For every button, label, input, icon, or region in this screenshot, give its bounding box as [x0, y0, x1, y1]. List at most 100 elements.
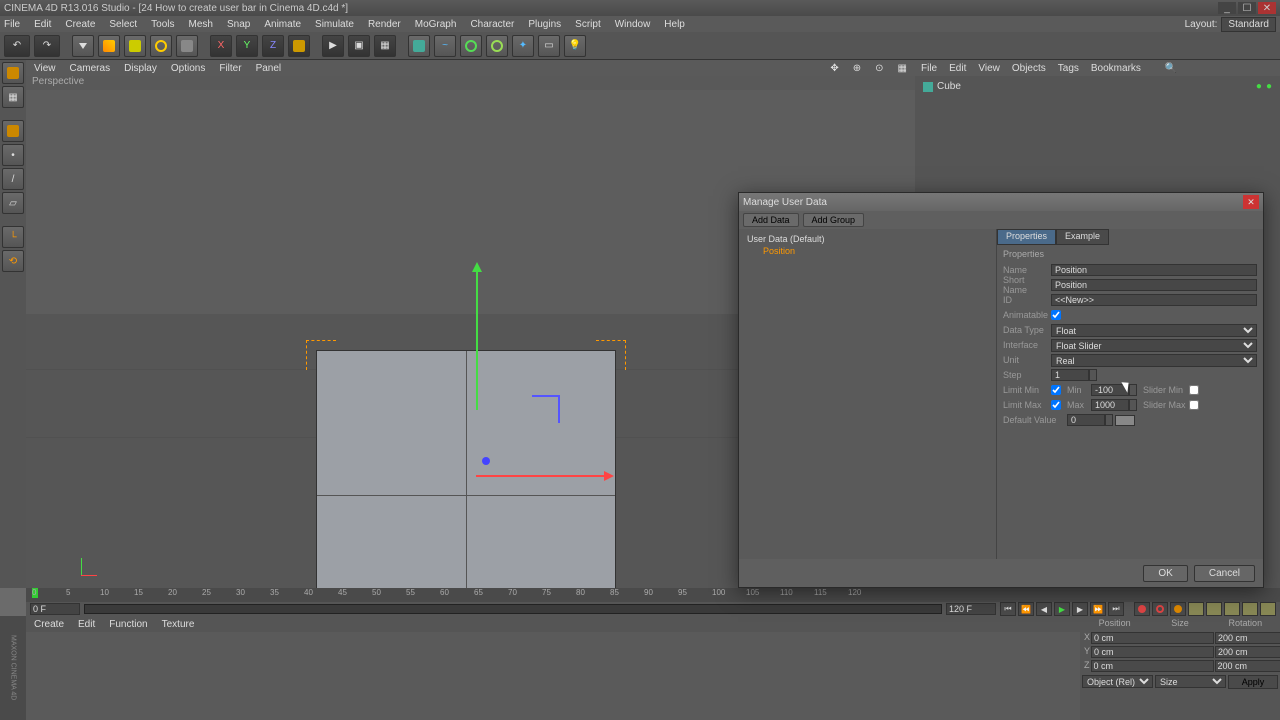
- om-menu-view[interactable]: View: [978, 63, 1000, 74]
- menu-select[interactable]: Select: [109, 19, 137, 30]
- spline-icon[interactable]: ~: [434, 35, 456, 57]
- goto-start-icon[interactable]: ⏮: [1000, 602, 1016, 616]
- interface-dropdown[interactable]: Float Slider: [1051, 339, 1257, 352]
- xy-plane-gizmo[interactable]: [532, 395, 560, 423]
- generator-icon[interactable]: [460, 35, 482, 57]
- prev-key-icon[interactable]: ⏪: [1018, 602, 1034, 616]
- slidermax-checkbox[interactable]: [1189, 400, 1199, 410]
- vp-menu-panel[interactable]: Panel: [256, 63, 282, 74]
- dialog-titlebar[interactable]: Manage User Data ✕: [739, 193, 1263, 211]
- pos-y-field[interactable]: [1091, 646, 1214, 658]
- max-field[interactable]: [1091, 399, 1129, 411]
- play-icon[interactable]: ▶: [1054, 602, 1070, 616]
- visibility-dot-icon[interactable]: ●: [1256, 81, 1262, 92]
- om-menu-file[interactable]: File: [921, 63, 937, 74]
- key-param-icon[interactable]: [1242, 602, 1258, 616]
- vp-menu-filter[interactable]: Filter: [219, 63, 241, 74]
- keyframe-sel-icon[interactable]: [1170, 602, 1186, 616]
- polygon-mode-icon[interactable]: ▱: [2, 192, 24, 214]
- id-field[interactable]: [1051, 294, 1257, 306]
- rotate-tool-icon[interactable]: [150, 35, 172, 57]
- menu-simulate[interactable]: Simulate: [315, 19, 354, 30]
- vp-menu-options[interactable]: Options: [171, 63, 205, 74]
- move-tool-icon[interactable]: [98, 35, 120, 57]
- datatype-dropdown[interactable]: Float: [1051, 324, 1257, 337]
- tab-texture[interactable]: Texture: [162, 619, 195, 630]
- apply-button[interactable]: Apply: [1228, 675, 1278, 689]
- unit-dropdown[interactable]: Real: [1051, 354, 1257, 367]
- key-scale-icon[interactable]: [1206, 602, 1222, 616]
- deformer-icon[interactable]: [486, 35, 508, 57]
- cancel-button[interactable]: Cancel: [1194, 565, 1255, 582]
- ok-button[interactable]: OK: [1143, 565, 1187, 582]
- edge-mode-icon[interactable]: /: [2, 168, 24, 190]
- menu-mograph[interactable]: MoGraph: [415, 19, 457, 30]
- name-field[interactable]: [1051, 264, 1257, 276]
- tab-create[interactable]: Create: [34, 619, 64, 630]
- menu-create[interactable]: Create: [65, 19, 95, 30]
- z-axis-gizmo[interactable]: [482, 457, 490, 465]
- texture-mode-icon[interactable]: ▦: [2, 86, 24, 108]
- render-view-icon[interactable]: ▶: [322, 35, 344, 57]
- spinner-icon[interactable]: [1129, 399, 1137, 411]
- x-lock-icon[interactable]: X: [210, 35, 232, 57]
- snap-mode-icon[interactable]: ⟲: [2, 250, 24, 272]
- tab-edit[interactable]: Edit: [78, 619, 95, 630]
- menu-window[interactable]: Window: [615, 19, 651, 30]
- vp-nav-icon[interactable]: ⊙: [875, 63, 883, 74]
- light-icon[interactable]: 💡: [564, 35, 586, 57]
- tab-function[interactable]: Function: [109, 619, 147, 630]
- primitive-cube-icon[interactable]: [408, 35, 430, 57]
- slidermin-checkbox[interactable]: [1189, 385, 1199, 395]
- vp-menu-view[interactable]: View: [34, 63, 56, 74]
- vp-nav-icon[interactable]: ✥: [830, 63, 838, 74]
- default-slider[interactable]: [1115, 415, 1135, 426]
- dialog-close-icon[interactable]: ✕: [1243, 195, 1259, 209]
- om-menu-edit[interactable]: Edit: [949, 63, 966, 74]
- tree-root[interactable]: User Data (Default): [747, 233, 988, 245]
- tree-item-cube[interactable]: Cube ● ●: [923, 80, 1272, 93]
- layout-dropdown[interactable]: Standard: [1221, 17, 1276, 32]
- userdata-tree[interactable]: User Data (Default) Position: [739, 229, 997, 559]
- tab-properties[interactable]: Properties: [997, 229, 1056, 245]
- end-frame-field[interactable]: 120 F: [946, 603, 996, 615]
- menu-mesh[interactable]: Mesh: [189, 19, 213, 30]
- menu-plugins[interactable]: Plugins: [528, 19, 561, 30]
- coord-mode-dropdown[interactable]: Object (Rel): [1082, 675, 1153, 688]
- record-icon[interactable]: [1134, 602, 1150, 616]
- prev-frame-icon[interactable]: ◀: [1036, 602, 1052, 616]
- vp-menu-display[interactable]: Display: [124, 63, 157, 74]
- add-group-button[interactable]: Add Group: [803, 213, 865, 227]
- default-field[interactable]: [1067, 414, 1105, 426]
- size-z-field[interactable]: [1215, 660, 1280, 672]
- y-lock-icon[interactable]: Y: [236, 35, 258, 57]
- pos-z-field[interactable]: [1091, 660, 1214, 672]
- size-mode-dropdown[interactable]: Size: [1155, 675, 1226, 688]
- autokey-icon[interactable]: [1152, 602, 1168, 616]
- limitmax-checkbox[interactable]: [1051, 400, 1061, 410]
- coord-system-icon[interactable]: [288, 35, 310, 57]
- x-axis-gizmo[interactable]: [476, 475, 606, 477]
- redo-icon[interactable]: ↷: [34, 35, 60, 57]
- key-rot-icon[interactable]: [1224, 602, 1240, 616]
- axis-mode-icon[interactable]: └: [2, 226, 24, 248]
- spinner-icon[interactable]: [1089, 369, 1097, 381]
- menu-animate[interactable]: Animate: [264, 19, 301, 30]
- render-queue-icon[interactable]: ▦: [374, 35, 396, 57]
- om-menu-objects[interactable]: Objects: [1012, 63, 1046, 74]
- min-field[interactable]: [1091, 384, 1129, 396]
- menu-file[interactable]: File: [4, 19, 20, 30]
- size-y-field[interactable]: [1215, 646, 1280, 658]
- range-slider[interactable]: [84, 604, 942, 614]
- om-menu-tags[interactable]: Tags: [1058, 63, 1079, 74]
- spinner-icon[interactable]: [1105, 414, 1113, 426]
- minimize-icon[interactable]: _: [1218, 2, 1236, 14]
- menu-snap[interactable]: Snap: [227, 19, 250, 30]
- menu-edit[interactable]: Edit: [34, 19, 51, 30]
- recent-tool-icon[interactable]: [176, 35, 198, 57]
- scale-tool-icon[interactable]: [124, 35, 146, 57]
- key-pla-icon[interactable]: [1260, 602, 1276, 616]
- timeline-ruler[interactable]: 0 5 10 15 20 25 30 35 40 45 50 55 60 65 …: [26, 588, 1280, 602]
- add-data-button[interactable]: Add Data: [743, 213, 799, 227]
- camera-icon[interactable]: ▭: [538, 35, 560, 57]
